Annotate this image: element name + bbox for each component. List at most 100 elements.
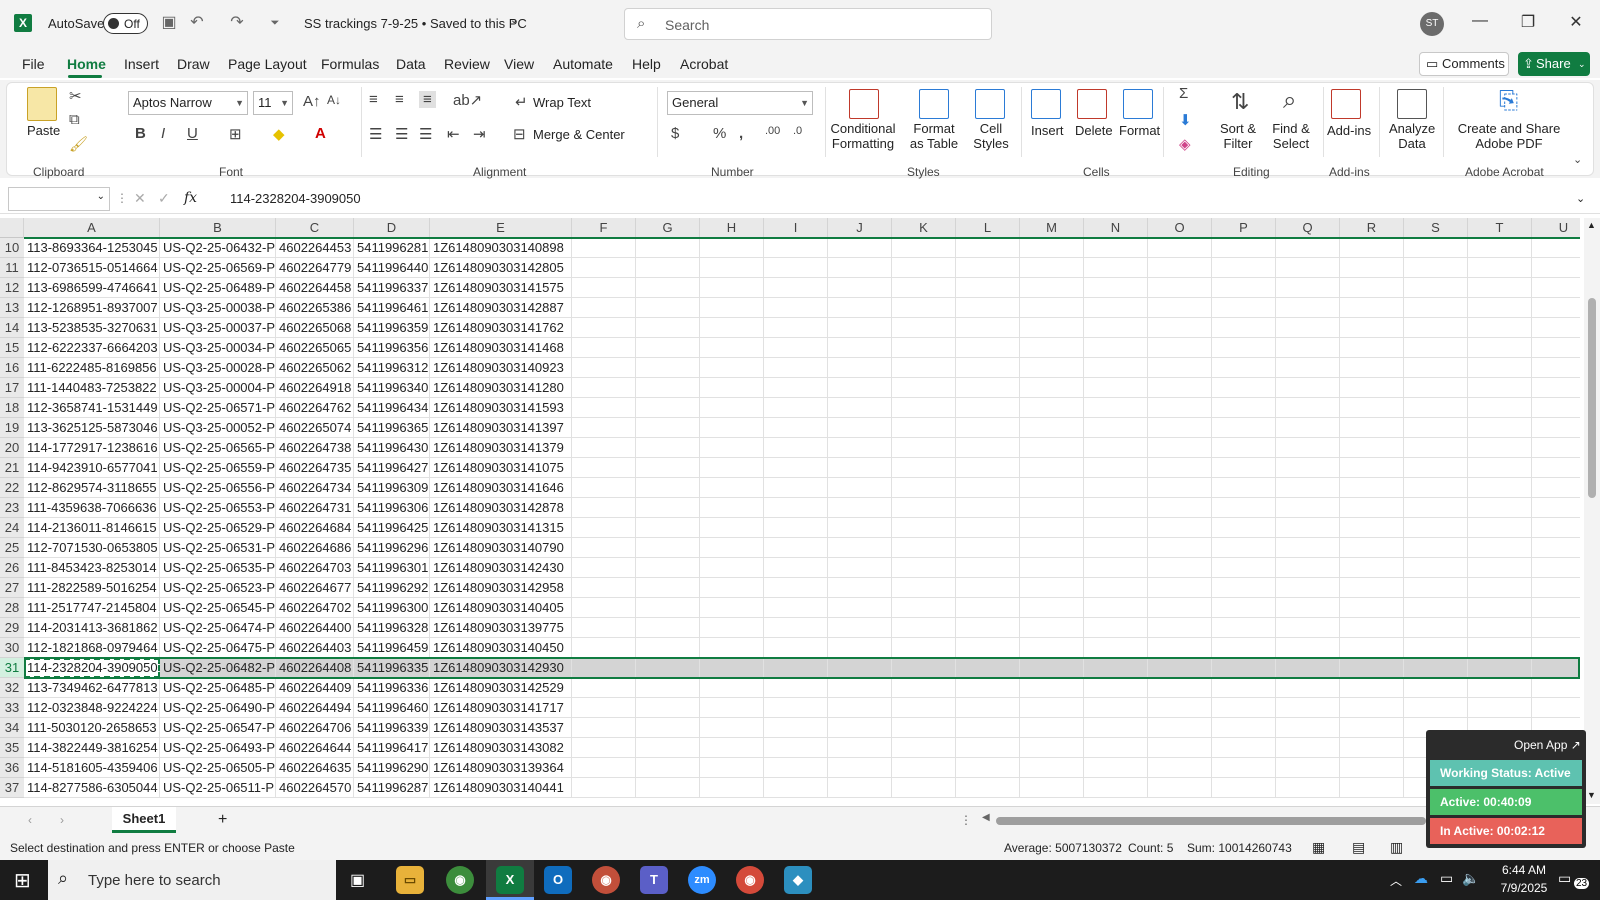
cell-q23[interactable] (1276, 498, 1340, 518)
cell-a31[interactable]: 114-2328204-3909050 (24, 658, 160, 678)
vertical-scrollbar[interactable]: ▲ ▼ (1584, 218, 1600, 804)
decrease-decimal-icon[interactable]: .0 (793, 125, 802, 137)
cell-t25[interactable] (1468, 538, 1532, 558)
cell-r23[interactable] (1340, 498, 1404, 518)
find-select-button[interactable]: Find & Select (1269, 121, 1313, 151)
minimize-icon[interactable]: — (1468, 12, 1492, 30)
cell-p31[interactable] (1212, 658, 1276, 678)
cell-r37[interactable] (1340, 778, 1404, 798)
cell-m26[interactable] (1020, 558, 1084, 578)
cell-j19[interactable] (828, 418, 892, 438)
cell-d13[interactable]: 5411996461 (354, 298, 430, 318)
cell-b17[interactable]: US-Q3-25-00004-P (160, 378, 276, 398)
cell-q36[interactable] (1276, 758, 1340, 778)
cell-k20[interactable] (892, 438, 956, 458)
cell-a11[interactable]: 112-0736515-0514664 (24, 258, 160, 278)
cell-a10[interactable]: 113-8693364-1253045 (24, 238, 160, 258)
cell-o13[interactable] (1148, 298, 1212, 318)
prev-sheet-icon[interactable]: ‹ (28, 813, 32, 827)
cell-k35[interactable] (892, 738, 956, 758)
cell-q20[interactable] (1276, 438, 1340, 458)
cell-h23[interactable] (700, 498, 764, 518)
cell-o24[interactable] (1148, 518, 1212, 538)
cell-k10[interactable] (892, 238, 956, 258)
cell-n36[interactable] (1084, 758, 1148, 778)
cell-d26[interactable]: 5411996301 (354, 558, 430, 578)
cell-m28[interactable] (1020, 598, 1084, 618)
cell-s22[interactable] (1404, 478, 1468, 498)
cell-p14[interactable] (1212, 318, 1276, 338)
column-header-k[interactable]: K (892, 218, 956, 238)
cell-n31[interactable] (1084, 658, 1148, 678)
volume-icon[interactable]: 🔈 (1462, 870, 1479, 887)
cell-q13[interactable] (1276, 298, 1340, 318)
cell-p27[interactable] (1212, 578, 1276, 598)
cell-m13[interactable] (1020, 298, 1084, 318)
cell-r34[interactable] (1340, 718, 1404, 738)
column-header-o[interactable]: O (1148, 218, 1212, 238)
cell-q10[interactable] (1276, 238, 1340, 258)
cell-r22[interactable] (1340, 478, 1404, 498)
cell-r30[interactable] (1340, 638, 1404, 658)
cell-m31[interactable] (1020, 658, 1084, 678)
cell-d31[interactable]: 5411996335 (354, 658, 430, 678)
column-header-u[interactable]: U (1532, 218, 1580, 238)
column-header-e[interactable]: E (430, 218, 572, 238)
chevron-down-icon[interactable]: ⌄ (510, 15, 518, 26)
row-header[interactable]: 30 (0, 638, 24, 658)
tab-data[interactable]: Data (396, 56, 426, 72)
cell-e15[interactable]: 1Z6148090303141468 (430, 338, 572, 358)
insert-cells-button[interactable]: Insert (1031, 123, 1064, 138)
orientation-icon[interactable]: ab↗ (453, 91, 482, 109)
cell-a16[interactable]: 111-6222485-8169856 (24, 358, 160, 378)
cell-m14[interactable] (1020, 318, 1084, 338)
cell-s27[interactable] (1404, 578, 1468, 598)
cell-o37[interactable] (1148, 778, 1212, 798)
cell-d18[interactable]: 5411996434 (354, 398, 430, 418)
cell-s12[interactable] (1404, 278, 1468, 298)
cell-s10[interactable] (1404, 238, 1468, 258)
cell-b19[interactable]: US-Q3-25-00052-P (160, 418, 276, 438)
cell-p33[interactable] (1212, 698, 1276, 718)
cell-h26[interactable] (700, 558, 764, 578)
tab-file[interactable]: File (22, 56, 45, 72)
cell-c29[interactable]: 4602264400 (276, 618, 354, 638)
cell-e10[interactable]: 1Z6148090303140898 (430, 238, 572, 258)
cell-q19[interactable] (1276, 418, 1340, 438)
cell-c35[interactable]: 4602264644 (276, 738, 354, 758)
cell-h37[interactable] (700, 778, 764, 798)
cell-p37[interactable] (1212, 778, 1276, 798)
cell-r27[interactable] (1340, 578, 1404, 598)
fill-icon[interactable]: ⬇ (1179, 111, 1192, 129)
cell-j31[interactable] (828, 658, 892, 678)
cell-h32[interactable] (700, 678, 764, 698)
cell-o20[interactable] (1148, 438, 1212, 458)
cell-m20[interactable] (1020, 438, 1084, 458)
cell-e17[interactable]: 1Z6148090303141280 (430, 378, 572, 398)
cell-g21[interactable] (636, 458, 700, 478)
cell-m36[interactable] (1020, 758, 1084, 778)
cell-p36[interactable] (1212, 758, 1276, 778)
cell-j24[interactable] (828, 518, 892, 538)
cell-j30[interactable] (828, 638, 892, 658)
cell-h21[interactable] (700, 458, 764, 478)
cell-q31[interactable] (1276, 658, 1340, 678)
cell-g22[interactable] (636, 478, 700, 498)
cell-h31[interactable] (700, 658, 764, 678)
cell-h28[interactable] (700, 598, 764, 618)
insert-function-icon[interactable]: fx (184, 190, 197, 206)
comma-icon[interactable]: , (739, 125, 743, 142)
row-header[interactable]: 17 (0, 378, 24, 398)
row-header[interactable]: 18 (0, 398, 24, 418)
middle-align-icon[interactable]: ≡ (395, 91, 404, 108)
cell-t29[interactable] (1468, 618, 1532, 638)
copy-icon[interactable]: ⧉ (69, 111, 80, 128)
cell-h12[interactable] (700, 278, 764, 298)
cell-c18[interactable]: 4602264762 (276, 398, 354, 418)
cell-r20[interactable] (1340, 438, 1404, 458)
cell-e11[interactable]: 1Z6148090303142805 (430, 258, 572, 278)
cell-i25[interactable] (764, 538, 828, 558)
cell-g32[interactable] (636, 678, 700, 698)
column-header-s[interactable]: S (1404, 218, 1468, 238)
cell-n24[interactable] (1084, 518, 1148, 538)
